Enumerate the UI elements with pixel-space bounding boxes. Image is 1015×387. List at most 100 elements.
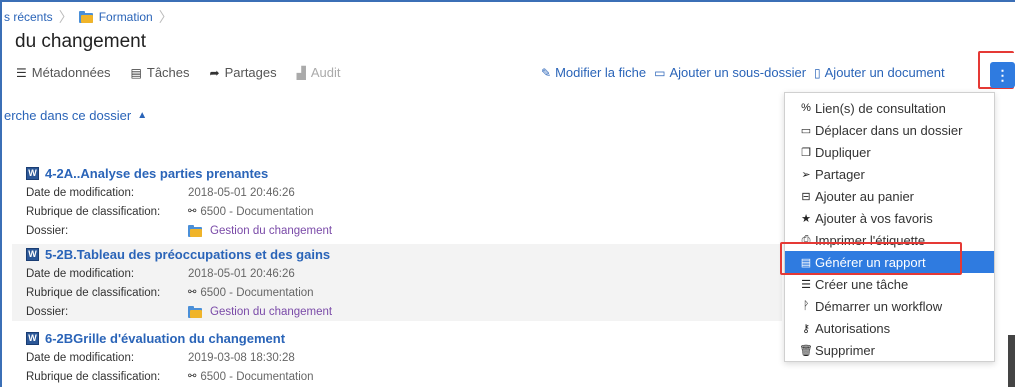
word-file-icon: W <box>26 166 39 180</box>
menu-item-label: Démarrer un workflow <box>815 298 943 314</box>
meta-row: Date de modification: 2018-05-01 20:46:2… <box>26 183 782 202</box>
meta-row: Dossier: Gestion du changement <box>26 221 782 240</box>
rubrique-value: 6500 - Documentation <box>200 205 314 218</box>
breadcrumb-separator-icon: 〉 <box>58 9 73 25</box>
list-item: W 4-2A..Analyse des parties prenantes Da… <box>12 163 782 240</box>
tree-icon: ⚯ <box>188 371 197 382</box>
folder-value: Gestion du changement <box>210 305 333 318</box>
meta-rubrique: ⚯ 6500 - Documentation <box>188 287 314 299</box>
action-label: Modifier la fiche <box>555 65 647 80</box>
chart-icon: ▟ <box>296 65 306 80</box>
tab-bar: ☰ Métadonnées ▤ Tâches ➦ Partages ▟ Audi… <box>16 65 361 80</box>
tab-metadonnees[interactable]: ☰ Métadonnées <box>16 65 111 80</box>
folder-value: Gestion du changement <box>210 224 333 237</box>
menu-item-delete[interactable]: 🗑 Supprimer <box>785 339 994 361</box>
menu-item-move-to-folder[interactable]: ▭ Déplacer dans un dossier <box>785 119 994 141</box>
document-title: 6-2BGrille d'évaluation du changement <box>45 330 286 346</box>
meta-label: Date de modification: <box>26 351 135 364</box>
tab-audit[interactable]: ▟ Audit <box>297 65 341 80</box>
action-bar: ✎ Modifier la fiche ▭ Ajouter un sous-do… <box>541 65 953 80</box>
menu-item-label: Autorisations <box>815 320 891 336</box>
folder-icon <box>188 224 202 237</box>
rubrique-value: 6500 - Documentation <box>200 286 314 299</box>
copy-icon: ❐ <box>801 146 811 159</box>
meta-row: Dossier: Gestion du changement <box>26 302 782 321</box>
key-icon: ⚷ <box>801 322 811 335</box>
search-in-folder-toggle[interactable]: erche dans ce dossier ▲ <box>4 108 147 123</box>
edit-record-link[interactable]: ✎ Modifier la fiche <box>541 65 646 80</box>
meta-rubrique: ⚯ 6500 - Documentation <box>188 371 314 383</box>
action-label: Ajouter un document <box>824 65 945 80</box>
tasks-icon: ☰ <box>801 278 811 291</box>
meta-label: Rubrique de classification: <box>26 370 161 383</box>
meta-row: Date de modification: 2019-03-08 18:30:2… <box>26 348 782 367</box>
meta-label: Date de modification: <box>26 186 135 199</box>
paper-plane-icon: ➢ <box>801 168 811 181</box>
folder-icon <box>188 305 202 318</box>
meta-row: Rubrique de classification: ⚯ 6500 - Docu… <box>26 202 782 221</box>
chevron-up-icon: ▲ <box>137 110 148 121</box>
tree-icon: ⚯ <box>188 206 197 217</box>
meta-folder-link[interactable]: Gestion du changement <box>188 305 333 318</box>
menu-item-consultation-links[interactable]: % Lien(s) de consultation <box>785 97 994 119</box>
word-file-icon: W <box>26 331 39 345</box>
menu-item-label: Déplacer dans un dossier <box>815 122 963 138</box>
meta-row: Rubrique de classification: ⚯ 6500 - Docu… <box>26 283 782 302</box>
page-title: du changement <box>15 31 146 52</box>
rubrique-value: 6500 - Documentation <box>200 370 314 383</box>
list-item: W 6-2BGrille d'évaluation du changement … <box>12 328 782 387</box>
meta-row: Rubrique de classification: ⚯ 6500 - Docu… <box>26 367 782 386</box>
edit-icon: ✎ <box>541 65 552 80</box>
more-actions-menu: % Lien(s) de consultation ▭ Déplacer dan… <box>784 92 995 362</box>
tab-label: Métadonnées <box>31 65 111 80</box>
add-subfolder-link[interactable]: ▭ Ajouter un sous-dossier <box>654 65 806 80</box>
meta-label: Rubrique de classification: <box>26 205 161 218</box>
meta-folder-link[interactable]: Gestion du changement <box>188 224 333 237</box>
menu-item-label: Partager <box>815 166 865 182</box>
tab-taches[interactable]: ▤ Tâches <box>131 65 190 80</box>
word-file-icon: W <box>26 247 39 261</box>
menu-item-share[interactable]: ➢ Partager <box>785 163 994 185</box>
list-icon: ☰ <box>16 65 27 80</box>
more-actions-button[interactable]: ⋮ <box>990 62 1015 88</box>
action-label: Ajouter un sous-dossier <box>669 65 807 80</box>
breadcrumb-item-formation[interactable]: Formation <box>99 10 153 24</box>
meta-label: Dossier: <box>26 305 69 318</box>
document-title: 5-2B.Tableau des préoccupations et des g… <box>45 246 331 262</box>
breadcrumb-item-recents[interactable]: s récents <box>4 10 53 24</box>
meta-date: 2018-05-01 20:46:26 <box>188 186 295 199</box>
tab-label: Partages <box>224 65 277 80</box>
generate-report-highlight-box <box>780 242 962 275</box>
breadcrumb-separator-icon: 〉 <box>158 9 173 25</box>
menu-item-label: Supprimer <box>815 342 875 358</box>
meta-date: 2019-03-08 18:30:28 <box>188 351 295 364</box>
folder-icon <box>78 11 93 23</box>
menu-item-duplicate[interactable]: ❐ Dupliquer <box>785 141 994 163</box>
breadcrumb: s récents 〉 Formation 〉 <box>4 8 179 26</box>
share-arrow-icon: ➦ <box>209 65 220 80</box>
menu-item-label: Lien(s) de consultation <box>815 100 946 116</box>
menu-item-create-task[interactable]: ☰ Créer une tâche <box>785 273 994 295</box>
menu-item-add-to-basket[interactable]: ⊟ Ajouter au panier <box>785 185 994 207</box>
menu-item-label: Ajouter au panier <box>815 188 915 204</box>
tab-partages[interactable]: ➦ Partages <box>210 65 277 80</box>
workflow-icon: ᚹ <box>802 300 810 312</box>
folder-outline-icon: ▭ <box>800 124 812 137</box>
meta-label: Rubrique de classification: <box>26 286 161 299</box>
meta-rubrique: ⚯ 6500 - Documentation <box>188 206 314 218</box>
search-toggle-label: erche dans ce dossier <box>4 108 132 123</box>
link-icon: % <box>801 102 811 114</box>
menu-item-permissions[interactable]: ⚷ Autorisations <box>785 317 994 339</box>
tasks-icon: ▤ <box>130 65 142 80</box>
document-title-link[interactable]: W 6-2BGrille d'évaluation du changement <box>26 328 782 348</box>
meta-row: Date de modification: 2018-05-01 20:46:2… <box>26 264 782 283</box>
document-title-link[interactable]: W 5-2B.Tableau des préoccupations et des… <box>26 244 782 264</box>
menu-item-start-workflow[interactable]: ᚹ Démarrer un workflow <box>785 295 994 317</box>
menu-item-label: Ajouter à vos favoris <box>815 210 933 226</box>
edge-panel <box>1008 335 1015 387</box>
file-outline-icon: ▯ <box>814 65 821 80</box>
add-document-link[interactable]: ▯ Ajouter un document <box>814 65 945 80</box>
menu-item-label: Créer une tâche <box>815 276 909 292</box>
document-title-link[interactable]: W 4-2A..Analyse des parties prenantes <box>26 163 782 183</box>
menu-item-add-to-favorites[interactable]: ★ Ajouter à vos favoris <box>785 207 994 229</box>
